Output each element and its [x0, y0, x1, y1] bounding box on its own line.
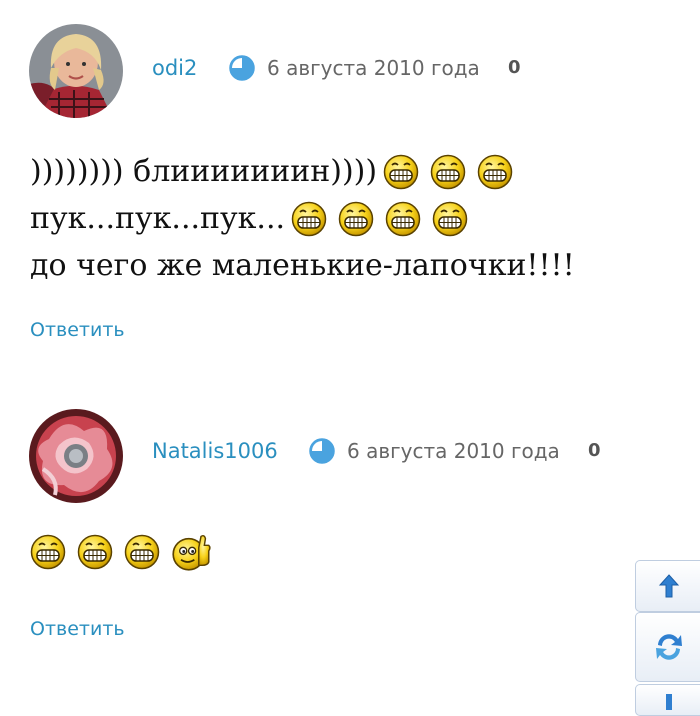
- comment-line: )))))))) блииииииин)))): [30, 148, 581, 195]
- comment-date: 6 августа 2010 года: [267, 56, 480, 80]
- grin-emoji-icon: [291, 201, 327, 237]
- comment-date: 6 августа 2010 года: [347, 439, 560, 463]
- grin-emoji-icon: [124, 534, 160, 570]
- grin-emoji-icon: [432, 201, 468, 237]
- comment-line: пук...пук...пук...: [30, 195, 581, 242]
- clock-icon: [309, 438, 335, 464]
- comment-author[interactable]: odi2: [152, 56, 197, 80]
- arrow-up-icon: [658, 574, 680, 598]
- reply-link[interactable]: Ответить: [30, 618, 125, 640]
- scroll-up-button[interactable]: [635, 560, 700, 612]
- grin-emoji-icon: [477, 154, 513, 190]
- reply-link[interactable]: Ответить: [30, 319, 125, 341]
- grin-emoji-icon: [77, 534, 113, 570]
- clock-icon: [229, 55, 255, 81]
- comment-author[interactable]: Natalis1006: [152, 439, 278, 463]
- grin-emoji-icon: [430, 154, 466, 190]
- comment-2: Natalis1006 6 августа 2010 года 0 Ответи…: [0, 395, 700, 695]
- comment-text: )))))))) блииииииин)))) пук...пук...пук.…: [30, 148, 581, 289]
- comment-text: [30, 532, 222, 572]
- comment-line-text: пук...пук...пук...: [30, 201, 286, 236]
- scroll-down-button[interactable]: [635, 684, 700, 716]
- avatar[interactable]: [29, 409, 123, 503]
- avatar[interactable]: [29, 24, 123, 118]
- grin-emoji-icon: [338, 201, 374, 237]
- grin-emoji-icon: [383, 154, 419, 190]
- grin-emoji-icon: [385, 201, 421, 237]
- refresh-icon: [656, 634, 682, 660]
- comment-1: odi2 6 августа 2010 года 0 )))))))) блии…: [0, 0, 700, 360]
- side-scroll-buttons: [632, 560, 700, 716]
- comment-rating: 0: [508, 57, 521, 78]
- comment-line-text: до чего же маленькие-лапочки!!!!: [30, 248, 575, 283]
- grin-emoji-icon: [30, 534, 66, 570]
- comment-line: [30, 532, 222, 572]
- comment-line: до чего же маленькие-лапочки!!!!: [30, 242, 581, 289]
- thumbs-up-emoji-icon: [171, 532, 211, 572]
- arrow-down-icon: [666, 694, 672, 710]
- refresh-button[interactable]: [635, 612, 700, 682]
- comment-rating: 0: [588, 440, 601, 461]
- comment-line-text: )))))))) блииииииин)))): [30, 154, 378, 189]
